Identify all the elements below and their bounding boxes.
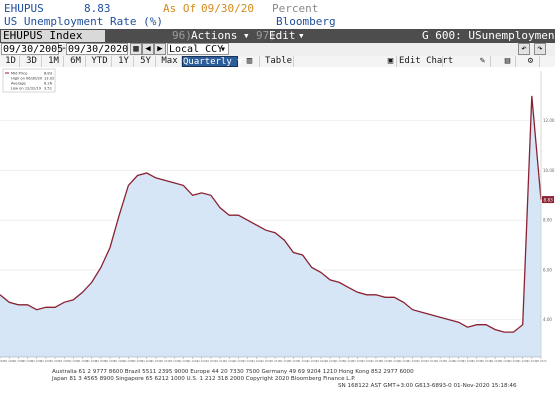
legend-value-low: 3.51 <box>44 87 52 91</box>
y-tick-label: 6.00 <box>543 267 552 272</box>
undo-icon[interactable]: ↶ <box>518 43 530 55</box>
legend-label-avg: Average <box>11 82 27 86</box>
as-of-date: 09/30/20 <box>201 2 254 15</box>
range-6m-button[interactable]: 6M <box>66 56 86 67</box>
chart-type-icon[interactable]: ▥ <box>240 56 260 67</box>
ticker: EHUPUS <box>4 2 44 15</box>
security-info: EHUPUS 8.83 As Of 09/30/20 Percent US Un… <box>0 0 555 30</box>
legend-value-mid: 8.83 <box>44 72 52 76</box>
date-range-bar: 09/30/2005 - 09/30/2020 ▦ ◀ ▶ Local CCY ▾… <box>0 43 555 56</box>
actions-chevron-icon[interactable]: ▾ <box>243 29 250 43</box>
edit-chart-button[interactable]: Edit Chart <box>399 56 453 67</box>
range-3d-button[interactable]: 3D <box>22 56 42 67</box>
current-value: 8.83 <box>84 2 111 15</box>
actions-number: 96) <box>172 29 192 42</box>
series-description: US Unemployment Rate (%) <box>4 15 163 28</box>
calendar-icon[interactable]: ▦ <box>130 43 142 55</box>
currency-value: Local CCY <box>169 44 224 55</box>
legend-label-low: Low on 12/31/19 <box>11 87 42 91</box>
annotate-icon[interactable]: ✎ <box>475 56 491 67</box>
page-title: G 600: USunemployment <box>422 29 555 42</box>
security-field[interactable]: EHUPUS Index <box>1 30 105 42</box>
footer-line-3: SN 168122 AST GMT+3:00 G613-6893-0 01-No… <box>338 383 517 389</box>
title-bar: EHUPUS Index 96) Actions ▾ 97) Edit ▾ G … <box>0 29 555 43</box>
last-value-label: 8.83 <box>544 197 554 202</box>
next-period-icon[interactable]: ▶ <box>154 43 166 55</box>
y-tick-label: 12.00 <box>543 118 555 123</box>
edit-chart-icon[interactable]: ▣ <box>385 56 397 67</box>
range-1m-button[interactable]: 1M <box>44 56 64 67</box>
range-toolbar: 1D 3D 1M 6M YTD 1Y 5Y Max Quarterly ▼ ▥ … <box>0 56 555 67</box>
chart-legend: Mid Price 8.83 High on 06/30/20 13.02 Av… <box>2 68 56 93</box>
legend-label-high: High on 06/30/20 <box>11 77 43 81</box>
news-icon[interactable]: ▤ <box>500 56 516 67</box>
y-tick-label: 4.00 <box>543 317 552 322</box>
data-source: Bloomberg <box>276 15 336 28</box>
redo-icon[interactable]: ↷ <box>534 43 546 55</box>
last-value-tag: 8.83 <box>542 196 554 204</box>
table-button[interactable]: Table <box>264 56 294 67</box>
as-of-label: As Of <box>163 2 197 15</box>
currency-select[interactable]: Local CCY ▾ <box>167 43 229 55</box>
legend-value-high: 13.02 <box>44 77 54 81</box>
footer-line-2: Japan 81 3 4565 8900 Singapore 65 6212 1… <box>51 376 356 382</box>
edit-menu[interactable]: Edit <box>269 29 296 43</box>
period-select[interactable]: Quarterly ▼ <box>182 56 243 67</box>
range-ytd-button[interactable]: YTD <box>88 56 112 67</box>
prev-period-icon[interactable]: ◀ <box>142 43 154 55</box>
range-5y-button[interactable]: 5Y <box>136 56 156 67</box>
settings-icon[interactable]: ⚙ <box>522 56 540 67</box>
range-1y-button[interactable]: 1Y <box>114 56 134 67</box>
range-1d-button[interactable]: 1D <box>2 56 20 67</box>
currency-chevron-icon: ▾ <box>219 44 226 55</box>
legend-value-avg: 6.26 <box>44 82 53 86</box>
range-max-button[interactable]: Max <box>158 56 182 67</box>
y-tick-label: 10.00 <box>543 168 555 173</box>
legend-label-mid: Mid Price <box>11 72 28 76</box>
y-tick-label: 8.00 <box>543 218 552 223</box>
start-date-field[interactable]: 09/30/2005 <box>1 43 63 55</box>
end-date-field[interactable]: 09/30/2020 <box>66 43 128 55</box>
unit-label: Percent <box>272 2 319 15</box>
edit-chevron-icon[interactable]: ▾ <box>298 29 305 43</box>
actions-menu[interactable]: Actions <box>191 29 237 43</box>
chart-area[interactable]: 4.006.008.0010.0012.00 Q4 2005Q1 2006Q2 … <box>0 67 555 400</box>
x-tick-label: Q3 2020 <box>535 359 546 363</box>
footer-line-1: Australia 61 2 9777 8600 Brazil 5511 239… <box>52 369 414 375</box>
period-value: Quarterly <box>183 57 232 67</box>
unemployment-chart[interactable]: 4.006.008.0010.0012.00 Q4 2005Q1 2006Q2 … <box>0 67 555 400</box>
